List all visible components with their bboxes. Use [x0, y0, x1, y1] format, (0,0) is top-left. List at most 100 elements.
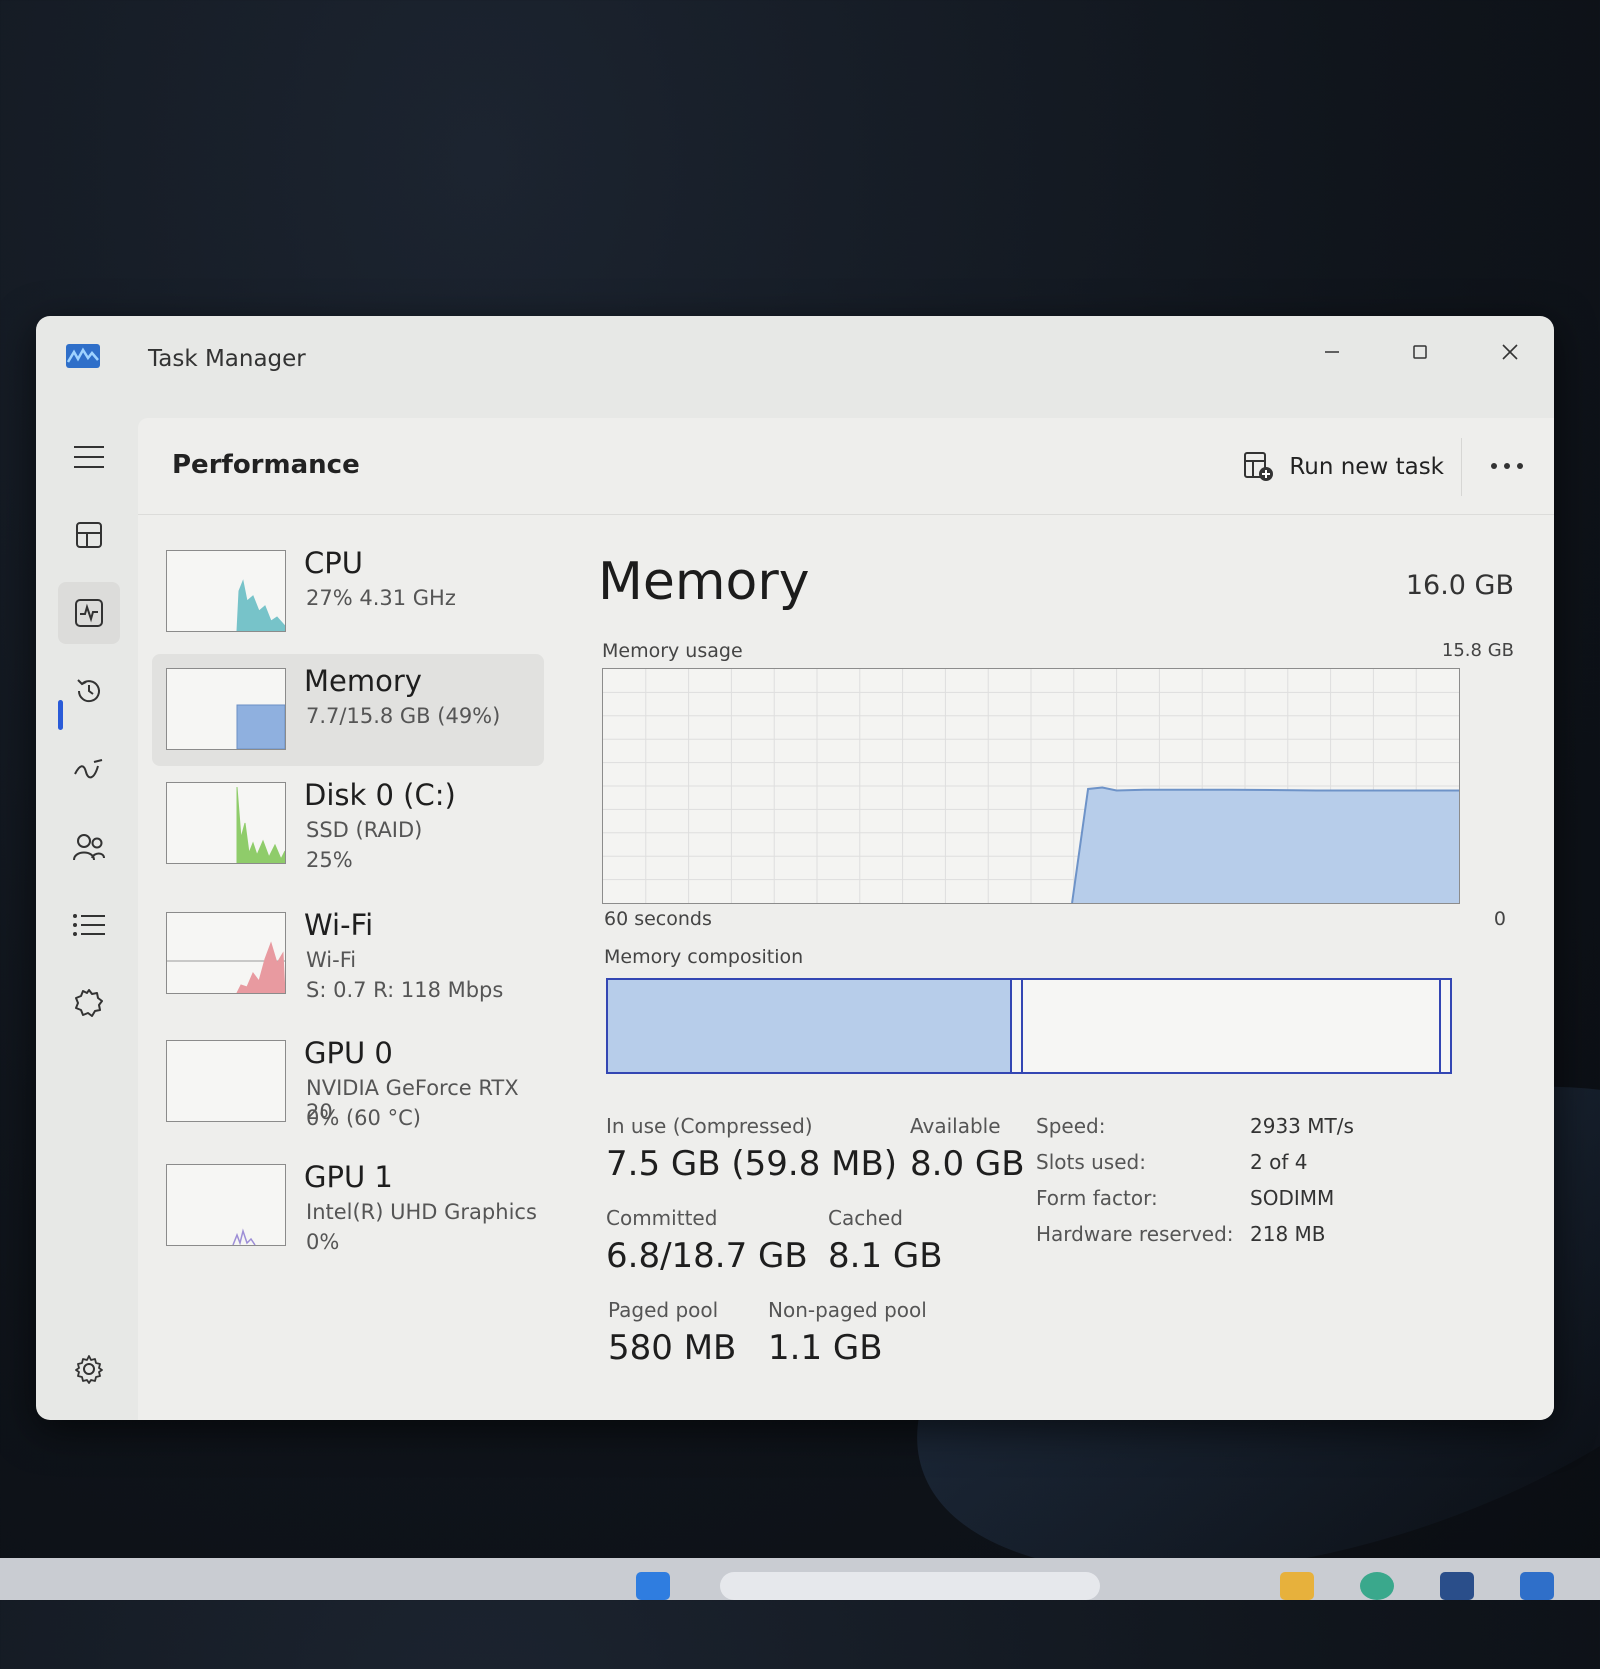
navigation-rail — [36, 412, 138, 1420]
nav-details[interactable] — [58, 894, 120, 956]
memory-composition-label: Memory composition — [604, 946, 804, 968]
nav-users[interactable] — [58, 816, 120, 878]
nav-settings[interactable] — [58, 1338, 120, 1400]
device-detail-line-2: 0% (60 °C) — [306, 1106, 421, 1130]
minimize-button[interactable] — [1302, 328, 1362, 376]
stat-in-use-value: 7.5 GB (59.8 MB) — [606, 1144, 898, 1184]
device-name: CPU — [304, 546, 363, 580]
device-item-wi-fi[interactable]: Wi-Fi Wi-Fi S: 0.7 R: 118 Mbps — [152, 898, 544, 1010]
run-new-task-button[interactable]: Run new task — [1243, 446, 1444, 488]
close-button[interactable] — [1480, 328, 1540, 376]
taskbar-search-box[interactable] — [720, 1572, 1100, 1600]
minimize-icon — [1325, 351, 1339, 353]
composition-in-use[interactable] — [608, 980, 1012, 1072]
detail-hw-reserved-key: Hardware reserved: — [1036, 1222, 1234, 1246]
stat-cached-value: 8.1 GB — [828, 1236, 943, 1276]
stat-paged-pool-label: Paged pool — [608, 1298, 719, 1322]
close-icon — [1502, 344, 1518, 360]
device-detail-line-1: Intel(R) UHD Graphics — [306, 1200, 537, 1224]
stat-cached-label: Cached — [828, 1206, 903, 1230]
device-name: Wi-Fi — [304, 908, 374, 942]
axis-right-label: 0 — [1493, 908, 1506, 930]
detail-speed-key: Speed: — [1036, 1114, 1106, 1138]
memory-detail-panel: Memory 16.0 GB Memory usage 15.8 GB 60 s… — [598, 536, 1524, 1420]
window-title: Task Manager — [148, 346, 306, 372]
device-item-cpu[interactable]: CPU 27% 4.31 GHz — [152, 536, 544, 648]
title-bar[interactable]: Task Manager — [36, 316, 1554, 412]
device-detail-line-2: S: 0.7 R: 118 Mbps — [306, 978, 504, 1002]
device-detail-line-2: 0% — [306, 1230, 340, 1254]
memory-total: 16.0 GB — [1405, 570, 1514, 601]
device-item-memory[interactable]: Memory 7.7/15.8 GB (49%) — [152, 654, 544, 766]
nav-startup-apps[interactable] — [58, 738, 120, 800]
memory-usage-max: 15.8 GB — [1441, 640, 1514, 661]
processes-icon — [76, 522, 102, 548]
nav-app-history[interactable] — [58, 660, 120, 722]
stat-non-paged-pool-value: 1.1 GB — [768, 1328, 883, 1368]
device-item-gpu-0[interactable]: GPU 0 NVIDIA GeForce RTX 20 0% (60 °C) — [152, 1026, 544, 1138]
device-name: GPU 0 — [304, 1036, 393, 1070]
more-options-button[interactable] — [1482, 448, 1532, 484]
axis-left-label: 60 seconds — [604, 908, 712, 930]
details-icon — [73, 914, 105, 936]
device-detail-line-1: SSD (RAID) — [306, 818, 423, 842]
device-thumbnail-graph — [166, 912, 286, 994]
page-header: Performance Run new task — [138, 418, 1554, 515]
nav-services[interactable] — [58, 972, 120, 1034]
gear-icon — [75, 1355, 103, 1384]
stat-available-label: Available — [910, 1114, 1001, 1138]
detail-slots-key: Slots used: — [1036, 1150, 1146, 1174]
memory-usage-label: Memory usage — [602, 640, 743, 662]
device-thumbnail-graph — [166, 782, 286, 864]
device-item-gpu-1[interactable]: GPU 1 Intel(R) UHD Graphics 0% — [152, 1150, 544, 1262]
detail-slots-value: 2 of 4 — [1250, 1150, 1308, 1174]
taskbar — [0, 1558, 1600, 1600]
stat-non-paged-pool-label: Non-paged pool — [768, 1298, 927, 1322]
device-item-disk-0-c[interactable]: Disk 0 (C:) SSD (RAID) 25% — [152, 768, 544, 880]
stat-committed-label: Committed — [606, 1206, 718, 1230]
device-name: Disk 0 (C:) — [304, 778, 456, 812]
device-thumbnail-graph — [166, 668, 286, 750]
services-icon — [75, 989, 103, 1017]
more-icon — [1491, 463, 1523, 469]
maximize-icon — [1413, 345, 1427, 359]
nav-hamburger-menu[interactable] — [58, 426, 120, 488]
detail-form-factor-key: Form factor: — [1036, 1186, 1158, 1210]
device-detail-line-1: 27% 4.31 GHz — [306, 586, 456, 610]
composition-standby[interactable] — [1021, 980, 1442, 1072]
detail-hw-reserved-value: 218 MB — [1250, 1222, 1326, 1246]
device-detail-line-1: 7.7/15.8 GB (49%) — [306, 704, 501, 728]
task-manager-window: Task Manager Performance Run new task CP… — [36, 316, 1554, 1420]
performance-content: Performance Run new task CPU 27% 4.31 GHz… — [138, 418, 1554, 1420]
performance-icon — [75, 599, 103, 627]
header-divider — [1461, 438, 1462, 496]
device-detail-line-1: Wi-Fi — [306, 948, 357, 972]
stat-in-use-label: In use (Compressed) — [606, 1114, 813, 1138]
device-name: GPU 1 — [304, 1160, 393, 1194]
detail-speed-value: 2933 MT/s — [1250, 1114, 1354, 1138]
browser-icon[interactable] — [1360, 1572, 1394, 1600]
memory-title: Memory — [598, 552, 810, 612]
memory-composition-bar — [606, 978, 1452, 1074]
file-explorer-icon[interactable] — [1280, 1572, 1314, 1600]
maximize-button[interactable] — [1390, 328, 1450, 376]
store-icon[interactable] — [1440, 1572, 1474, 1600]
task-manager-taskbar-icon[interactable] — [1520, 1572, 1554, 1600]
memory-usage-area — [1072, 787, 1459, 903]
stat-committed-value: 6.8/18.7 GB — [606, 1236, 808, 1276]
nav-processes[interactable] — [58, 504, 120, 566]
task-manager-app-icon — [66, 344, 100, 368]
device-thumbnail-graph — [166, 1164, 286, 1246]
detail-form-factor-value: SODIMM — [1250, 1186, 1335, 1210]
device-thumbnail-graph — [166, 550, 286, 632]
app-history-icon — [77, 679, 100, 703]
nav-performance[interactable] — [58, 582, 120, 644]
run-new-task-icon — [1244, 452, 1274, 481]
stat-available-value: 8.0 GB — [910, 1144, 1025, 1184]
startup-apps-icon — [74, 759, 103, 779]
stat-paged-pool-value: 580 MB — [608, 1328, 737, 1368]
start-button-icon[interactable] — [636, 1572, 670, 1600]
users-icon — [73, 834, 105, 861]
page-title: Performance — [172, 450, 360, 480]
device-thumbnail-graph — [166, 1040, 286, 1122]
